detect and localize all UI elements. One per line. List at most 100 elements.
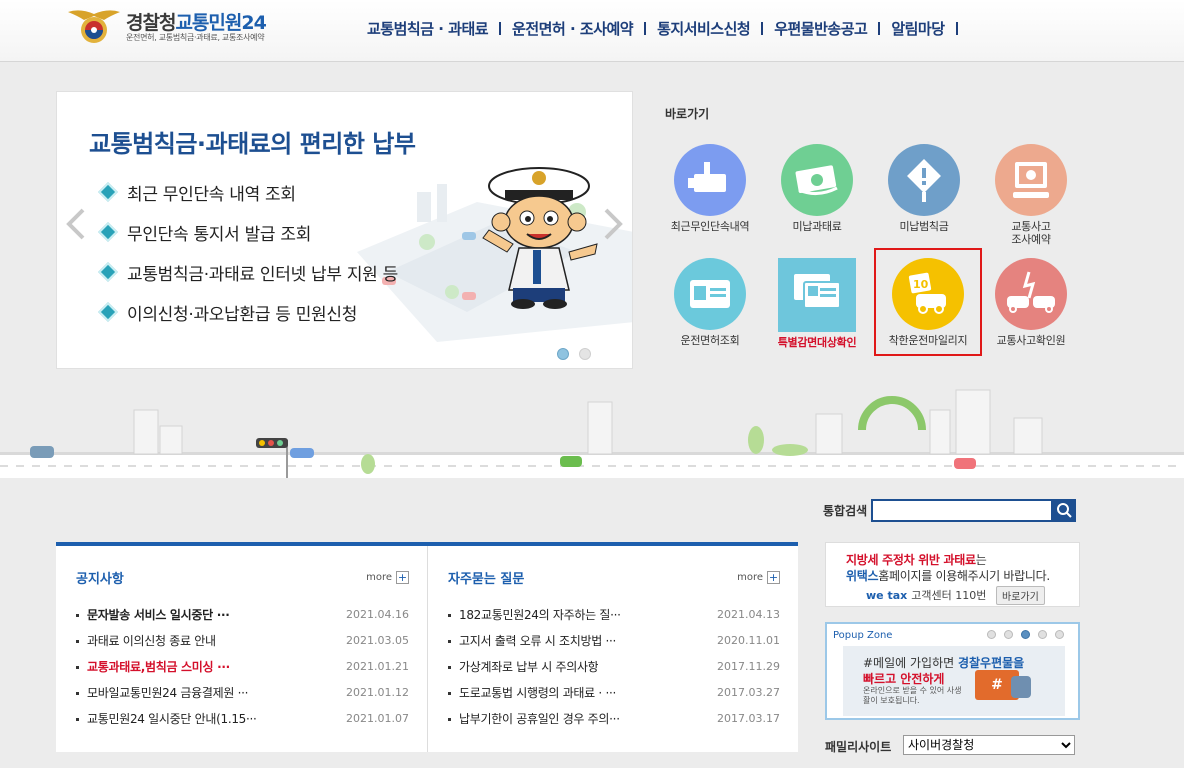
quick-link-label: 미납범칙금 <box>899 220 949 233</box>
bullet-icon <box>76 691 79 695</box>
notice-row[interactable]: 모바일교통민원24 금융결제원 ··· 2021.01.12 <box>76 679 409 705</box>
search-input[interactable] <box>871 499 1053 522</box>
quick-link-label: 운전면허조회 <box>680 334 740 347</box>
quick-link-label: 특별감면대상확인 <box>777 336 857 349</box>
quick-link-unpaid-fines[interactable]: 미납과태료 <box>767 144 867 233</box>
slide-feature-item: 이의신청·과오납환급 등 민원신청 <box>98 292 398 332</box>
faq-row[interactable]: 도로교통법 시행령의 과태료 · ··· 2017.03.27 <box>448 679 780 705</box>
highlight-frame <box>874 248 982 356</box>
notice-title: 공지사항 <box>76 572 124 587</box>
faq-row-title-text: 납부기한이 공휴일인 경우 주의··· <box>459 711 620 726</box>
quick-link-license-check[interactable]: 운전면허조회 <box>660 258 760 347</box>
faq-row-title: 가상계좌로 납부 시 주의사항 <box>448 658 598 675</box>
license-card-icon <box>690 280 730 308</box>
quick-link-accident-certificate[interactable]: 교통사고확인원 <box>981 258 1081 347</box>
board-panel: 공지사항 more + 문자발송 서비스 일시중단 ··· 2021.04.16 과… <box>56 542 798 752</box>
plus-icon: + <box>396 571 409 584</box>
notice-row[interactable]: 과태료 이의신청 종료 안내 2021.03.05 <box>76 627 409 653</box>
search-icon <box>1057 503 1072 518</box>
faq-title: 자주묻는 질문 <box>448 572 525 587</box>
slide-feature-text: 최근 무인단속 내역 조회 <box>127 184 296 205</box>
notice-row[interactable]: 교통민원24 일시중단 안내(1.15··· 2021.01.07 <box>76 705 409 731</box>
quick-link-unpaid-penalty[interactable]: 미납범칙금 <box>874 144 974 233</box>
quick-link-accident-reservation[interactable]: 교통사고 조사예약 <box>981 144 1081 246</box>
faq-board: 자주묻는 질문 more + 182교통민원24의 자주하는 질··· 2021.0… <box>427 546 798 752</box>
popup-dot-4[interactable] <box>1038 630 1047 639</box>
quick-link-special-reduction[interactable]: 특별감면대상확인 <box>767 258 867 349</box>
faq-row[interactable]: 고지서 출력 오류 시 조치방법 ··· 2020.11.01 <box>448 627 780 653</box>
popup-banner[interactable]: #메일에 가입하면 경찰우편물을 빠르고 안전하게 온라인으로 받을 수 있어 … <box>843 646 1065 716</box>
faq-row-date: 2020.11.01 <box>717 633 780 647</box>
popup-dot-1[interactable] <box>987 630 996 639</box>
faq-row-title: 고지서 출력 오류 시 조치방법 ··· <box>448 632 616 649</box>
slider-dot-1[interactable] <box>557 348 569 360</box>
faq-row-title-text: 도로교통법 시행령의 과태료 · ··· <box>459 685 616 700</box>
nav-returned-mail[interactable]: 우편물반송공고 <box>763 18 878 39</box>
nav-separator <box>955 22 958 35</box>
bullet-icon <box>448 717 451 721</box>
more-label: more <box>366 572 392 583</box>
site-logo[interactable]: 경찰청교통민원24 운전면허, 교통범칙금·과태료, 교통조사예약 <box>66 6 296 46</box>
faq-row[interactable]: 182교통민원24의 자주하는 질··· 2021.04.13 <box>448 601 780 627</box>
quick-circle <box>781 144 853 216</box>
family-site-select[interactable]: 사이버경찰청 <box>903 735 1075 755</box>
nav-license[interactable]: 운전면허 · 조사예약 <box>501 18 644 39</box>
money-icon <box>795 165 838 195</box>
faq-more-button[interactable]: more + <box>737 571 780 584</box>
banner-go-button[interactable]: 바로가기 <box>996 586 1045 605</box>
slide-feature-item: 무인단속 통지서 발급 조회 <box>98 212 398 252</box>
diamond-bullet-icon <box>98 262 118 282</box>
diamond-bullet-icon <box>98 302 118 322</box>
popup-zone-title: Popup Zone <box>833 630 893 641</box>
popup-dot-3[interactable] <box>1021 630 1030 639</box>
nav-notification[interactable]: 통지서비스신청 <box>646 18 761 39</box>
street-illustration <box>0 389 1184 478</box>
nav-news[interactable]: 알림마당 <box>880 18 955 39</box>
slide-feature-item: 최근 무인단속 내역 조회 <box>98 172 398 212</box>
nav-fines[interactable]: 교통범칙금 · 과태료 <box>356 18 499 39</box>
banner-line2: 위택스홈페이지를 이용해주시기 바랍니다. <box>846 567 1050 584</box>
faq-row[interactable]: 납부기한이 공휴일인 경우 주의··· 2017.03.17 <box>448 705 780 731</box>
faq-row[interactable]: 가상계좌로 납부 시 주의사항 2017.11.29 <box>448 653 780 679</box>
diamond-bullet-icon <box>98 222 118 242</box>
slider-next-arrow-icon[interactable] <box>602 206 624 242</box>
slider-dot-2[interactable] <box>579 348 591 360</box>
popup-dot-2[interactable] <box>1004 630 1013 639</box>
slide-feature-list: 최근 무인단속 내역 조회 무인단속 통지서 발급 조회 교통범칙금·과태료 인… <box>98 172 398 332</box>
wetax-logo: we tax 고객센터 110번 <box>866 587 986 603</box>
search-button[interactable] <box>1052 499 1076 522</box>
popup-line2: 빠르고 안전하게 <box>863 672 945 686</box>
faq-row-title-text: 182교통민원24의 자주하는 질··· <box>459 607 621 622</box>
slider-prev-arrow-icon[interactable] <box>65 206 87 242</box>
banner-line1-rest: 는 <box>975 553 987 567</box>
notice-row-title-text: 교통과태료,범칙금 스미싱 ··· <box>87 659 230 674</box>
diamond-bullet-icon <box>98 182 118 202</box>
warning-sign-icon <box>907 159 941 202</box>
popup-dot-5[interactable] <box>1055 630 1064 639</box>
family-site-label: 패밀리사이트 <box>825 740 892 754</box>
bullet-icon <box>76 639 79 643</box>
notice-row[interactable]: 교통과태료,범칙금 스미싱 ··· 2021.01.21 <box>76 653 409 679</box>
popup-line3: 온라인으로 받을 수 있어 사생활이 보호됩니다. <box>863 686 962 705</box>
popup-zone: Popup Zone #메일에 가입하면 경찰우편물을 빠르고 안전하게 온라인… <box>825 622 1080 720</box>
notice-row-date: 2021.03.05 <box>346 633 409 647</box>
camera-icon <box>688 162 726 192</box>
faq-row-title: 도로교통법 시행령의 과태료 · ··· <box>448 684 616 701</box>
car-crash-icon <box>1007 271 1055 313</box>
logo-title: 경찰청교통민원24 <box>126 8 267 35</box>
notice-list: 문자발송 서비스 일시중단 ··· 2021.04.16 과태료 이의신청 종료 … <box>76 601 409 731</box>
quick-link-recent-enforcement[interactable]: 최근무인단속내역 <box>660 144 760 233</box>
police-emblem-icon <box>68 10 120 43</box>
notice-row-date: 2021.01.07 <box>346 711 409 725</box>
slide-title: 교통범칙금·과태료의 편리한 납부 <box>89 130 416 158</box>
main-slider: 교통범칙금·과태료의 편리한 납부 최근 무인단속 내역 조회 무인단속 통지서… <box>56 91 633 369</box>
wetax-banner[interactable]: 지방세 주정차 위반 과태료는 위택스홈페이지를 이용해주시기 바랍니다. we… <box>825 542 1080 607</box>
faq-row-title: 182교통민원24의 자주하는 질··· <box>448 606 621 623</box>
logo-title-blue: 교통민원24 <box>175 12 266 34</box>
quick-circle <box>995 258 1067 330</box>
notice-row-title: 문자발송 서비스 일시중단 ··· <box>76 606 230 623</box>
plus-icon: + <box>767 571 780 584</box>
notice-more-button[interactable]: more + <box>366 571 409 584</box>
faq-list: 182교통민원24의 자주하는 질··· 2021.04.13 고지서 출력 오류… <box>448 601 780 731</box>
notice-row[interactable]: 문자발송 서비스 일시중단 ··· 2021.04.16 <box>76 601 409 627</box>
